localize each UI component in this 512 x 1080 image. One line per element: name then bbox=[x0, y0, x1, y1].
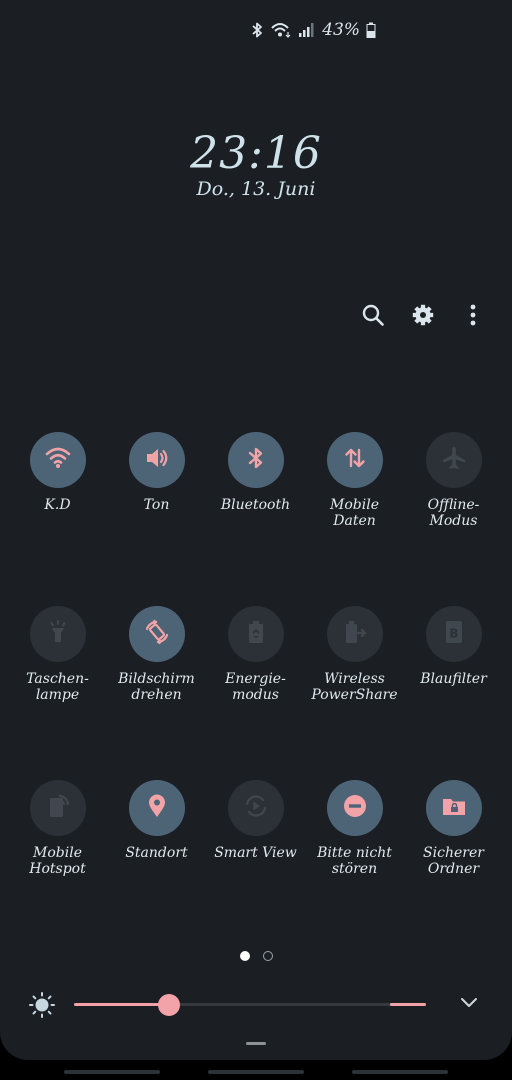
brightness-fill bbox=[74, 1003, 170, 1006]
sun-icon bbox=[28, 991, 56, 1023]
tile-label: Bluetooth bbox=[220, 497, 291, 513]
tile-label: Sicherer Ordner bbox=[423, 845, 484, 877]
status-bar: 43% bbox=[250, 18, 376, 42]
tile-bluetooth[interactable]: Bluetooth bbox=[206, 432, 305, 606]
tile-label: Taschen- lampe bbox=[26, 671, 89, 703]
tile-toggle[interactable] bbox=[425, 780, 482, 836]
signal-icon bbox=[298, 22, 314, 38]
airplane-icon bbox=[440, 444, 468, 476]
battery-percent: 43% bbox=[322, 20, 360, 40]
page-dot[interactable] bbox=[262, 951, 273, 961]
tile-toggle[interactable] bbox=[29, 432, 86, 488]
tile-row: Mobile Hotspot Standort Smart View Bitte ni… bbox=[8, 780, 504, 954]
tile-label: Smart View bbox=[214, 845, 297, 861]
do-not-disturb-icon bbox=[341, 792, 369, 824]
tile-label: Ton bbox=[143, 497, 170, 513]
tile-toggle[interactable] bbox=[227, 606, 284, 662]
tile-powershare[interactable]: Wireless PowerShare bbox=[305, 606, 404, 780]
tile-airplane[interactable]: Offline- Modus bbox=[404, 432, 503, 606]
tile-blue-light-filter[interactable]: B Blaufilter bbox=[404, 606, 503, 780]
date: Do., 13. Juni bbox=[196, 178, 316, 200]
nav-back[interactable] bbox=[352, 1070, 448, 1074]
tile-row: Taschen- lampe Bildschirm drehen Energie- … bbox=[8, 606, 504, 780]
nav-home[interactable] bbox=[208, 1070, 304, 1074]
search-button[interactable] bbox=[358, 302, 388, 332]
brightness-control bbox=[0, 988, 512, 1022]
bluetooth-icon bbox=[242, 444, 270, 476]
mobile-data-icon bbox=[341, 444, 369, 476]
location-icon bbox=[143, 792, 171, 824]
tile-toggle[interactable] bbox=[128, 606, 185, 662]
tile-toggle[interactable]: B bbox=[425, 606, 482, 662]
tile-label: Bildschirm drehen bbox=[118, 671, 195, 703]
secure-folder-icon bbox=[440, 792, 468, 824]
adaptive-brightness-marker bbox=[390, 1003, 426, 1006]
search-icon bbox=[361, 303, 385, 331]
quick-settings-grid: K.D Ton Bluetooth Mobile Daten Offline- Modu… bbox=[8, 432, 504, 954]
tile-label: Wireless PowerShare bbox=[311, 671, 398, 703]
volume-icon bbox=[143, 444, 171, 476]
tile-toggle[interactable] bbox=[227, 780, 284, 836]
tile-volume[interactable]: Ton bbox=[107, 432, 206, 606]
hotspot-icon bbox=[44, 792, 72, 824]
battery-icon bbox=[366, 22, 376, 38]
tile-label: Standort bbox=[125, 845, 188, 861]
blue-light-filter-icon: B bbox=[440, 618, 468, 650]
powershare-icon bbox=[341, 618, 369, 650]
wifi-icon bbox=[44, 444, 72, 476]
tile-flashlight[interactable]: Taschen- lampe bbox=[8, 606, 107, 780]
tile-do-not-disturb[interactable]: Bitte nicht stören bbox=[305, 780, 404, 954]
tile-row: K.D Ton Bluetooth Mobile Daten Offline- Modu… bbox=[8, 432, 504, 606]
page-indicator bbox=[0, 951, 512, 961]
brightness-thumb[interactable] bbox=[158, 994, 181, 1016]
gear-icon bbox=[411, 303, 435, 331]
svg-text:B: B bbox=[449, 627, 458, 641]
tile-label: K.D bbox=[44, 497, 71, 513]
more-options-button[interactable] bbox=[458, 302, 488, 332]
expand-button[interactable] bbox=[460, 994, 478, 1013]
tile-rotate[interactable]: Bildschirm drehen bbox=[107, 606, 206, 780]
tile-smart-view[interactable]: Smart View bbox=[206, 780, 305, 954]
tile-toggle[interactable] bbox=[128, 432, 185, 488]
tile-label: Mobile Hotspot bbox=[29, 845, 86, 877]
tile-toggle[interactable] bbox=[326, 606, 383, 662]
rotate-icon bbox=[143, 618, 171, 650]
tile-wifi[interactable]: K.D bbox=[8, 432, 107, 606]
tile-secure-folder[interactable]: Sicherer Ordner bbox=[404, 780, 503, 954]
tile-toggle[interactable] bbox=[128, 780, 185, 836]
bluetooth-status-icon bbox=[250, 21, 264, 39]
tile-mobile-data[interactable]: Mobile Daten bbox=[305, 432, 404, 606]
wifi-status-icon bbox=[270, 21, 292, 39]
tile-label: Blaufilter bbox=[420, 671, 487, 687]
tile-label: Mobile Daten bbox=[330, 497, 379, 529]
page-dot[interactable] bbox=[239, 951, 250, 961]
tile-toggle[interactable] bbox=[29, 780, 86, 836]
tile-location[interactable]: Standort bbox=[107, 780, 206, 954]
tile-toggle[interactable] bbox=[326, 432, 383, 488]
tile-toggle[interactable] bbox=[29, 606, 86, 662]
navigation-bar bbox=[0, 1068, 512, 1080]
tile-hotspot[interactable]: Mobile Hotspot bbox=[8, 780, 107, 954]
tile-toggle[interactable] bbox=[227, 432, 284, 488]
panel-actions bbox=[358, 302, 488, 332]
tile-toggle[interactable] bbox=[326, 780, 383, 836]
more-vert-icon bbox=[469, 303, 477, 331]
tile-battery-saver[interactable]: Energie- modus bbox=[206, 606, 305, 780]
tile-toggle[interactable] bbox=[425, 432, 482, 488]
tile-label: Offline- Modus bbox=[427, 497, 480, 529]
battery-saver-icon bbox=[242, 618, 270, 650]
tile-label: Energie- modus bbox=[225, 671, 286, 703]
nav-recents[interactable] bbox=[64, 1070, 160, 1074]
drag-handle[interactable] bbox=[246, 1042, 266, 1045]
smart-view-icon bbox=[242, 792, 270, 824]
quick-settings-panel: 43% 23:16 Do., 13. Juni K.D Ton Bluetoot… bbox=[0, 0, 512, 1060]
tile-label: Bitte nicht stören bbox=[317, 845, 392, 877]
settings-button[interactable] bbox=[408, 302, 438, 332]
clock: 23:16 bbox=[190, 128, 322, 179]
flashlight-icon bbox=[44, 618, 72, 650]
brightness-slider[interactable] bbox=[74, 994, 426, 1016]
